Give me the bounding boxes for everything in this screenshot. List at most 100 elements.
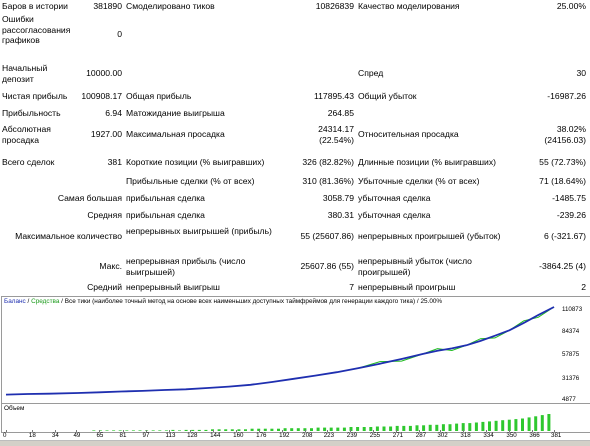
volume-bar xyxy=(105,430,109,431)
volume-bar xyxy=(375,426,379,431)
volume-bar xyxy=(323,427,327,431)
volume-chart: Объем xyxy=(1,403,590,433)
volume-bar xyxy=(310,428,313,431)
cons-losses-label: непрерывных проигрышей (убыток) xyxy=(358,231,501,241)
volume-bar xyxy=(428,424,432,431)
gross-profit-value: 117895.43 xyxy=(314,91,354,101)
y-tick-label: 57875 xyxy=(562,351,580,358)
spread-label: Спред xyxy=(358,68,384,78)
x-tick-label: 239 xyxy=(346,432,358,439)
largest-loss-label: убыточная сделка xyxy=(358,193,431,203)
bars-label: Баров в истории xyxy=(2,1,68,11)
gross-profit-label: Общая прибыль xyxy=(126,91,192,101)
profit-factor-value: 6.94 xyxy=(105,108,122,118)
x-tick-label: 49 xyxy=(73,432,81,439)
x-tick-label: 176 xyxy=(256,432,267,439)
y-tick-label: 110873 xyxy=(562,306,583,313)
volume-bar xyxy=(197,429,201,431)
volume-bar xyxy=(290,428,294,431)
average-profit-label: прибыльная сделка xyxy=(126,210,205,220)
volume-bar xyxy=(164,430,168,431)
volume-bar xyxy=(191,429,195,431)
y-tick-label: 31376 xyxy=(562,375,580,382)
volume-bar xyxy=(382,426,386,431)
x-tick-label: 160 xyxy=(233,432,244,439)
deposit-value: 10000.00 xyxy=(86,68,122,78)
volume-bar xyxy=(329,427,333,431)
cons-profit-label: непрерывная прибыль (число выигрышей) xyxy=(126,256,246,277)
mismatch-label: Ошибки рассогласования графиков xyxy=(2,14,71,45)
largest-profit-label: прибыльная сделка xyxy=(126,193,205,203)
quality-value: 25.00% xyxy=(556,1,586,11)
volume-bar xyxy=(92,430,96,431)
largest-label: Самая большая xyxy=(57,193,122,203)
x-tick-label: 144 xyxy=(210,432,221,439)
x-tick-label: 366 xyxy=(529,432,540,439)
max-label: Макс. xyxy=(99,261,122,271)
volume-bar xyxy=(230,429,234,431)
cons-wins-value: 55 (25607.86) xyxy=(300,231,354,241)
volume-bar xyxy=(118,430,122,431)
net-profit-value: 100908.17 xyxy=(81,91,122,101)
avg-cons-wins-value: 7 xyxy=(349,282,354,292)
deposit-label: Начальный депозит xyxy=(2,63,48,84)
volume-bar xyxy=(244,429,247,431)
volume-bar xyxy=(296,428,300,431)
volume-bar xyxy=(514,419,518,431)
y-tick-label: 4877 xyxy=(562,396,576,403)
x-tick-label: 223 xyxy=(323,432,335,439)
volume-bar xyxy=(131,430,135,431)
x-tick-label: 192 xyxy=(279,432,290,439)
volume-bar xyxy=(316,427,320,431)
volume-bar xyxy=(356,427,360,431)
volume-bar xyxy=(178,430,181,431)
loss-trades-value: 71 (18.64%) xyxy=(539,176,586,186)
balance-plot xyxy=(5,306,555,396)
largest-loss-value: -1485.75 xyxy=(552,193,586,203)
loss-trades-label: Убыточные сделки (% от всех) xyxy=(358,176,480,186)
volume-bar xyxy=(362,427,366,431)
bars-value: 381890 xyxy=(93,1,122,11)
avg-cons-wins-label: непрерывный выигрыш xyxy=(126,282,220,292)
volume-bar xyxy=(283,428,287,431)
avg-cons-losses-label: непрерывный проигрыш xyxy=(358,282,456,292)
volume-bar xyxy=(237,429,241,431)
x-tick-label: 208 xyxy=(302,432,313,439)
cons-loss-label: непрерывный убыток (число проигрышей) xyxy=(358,256,472,277)
horizontal-scrollbar[interactable] xyxy=(0,440,590,446)
x-tick-label: 18 xyxy=(28,432,36,439)
profit-trades-value: 310 (81.36%) xyxy=(302,176,354,186)
net-profit-label: Чистая прибыль xyxy=(2,91,68,101)
volume-bar xyxy=(481,421,485,431)
volume-bar xyxy=(217,429,221,431)
volume-bar xyxy=(501,420,505,431)
gross-loss-label: Общий убыток xyxy=(358,91,417,101)
volume-bar xyxy=(389,426,393,431)
x-tick-label: 255 xyxy=(369,432,381,439)
volume-bar xyxy=(224,429,228,431)
avg-cons-losses-value: 2 xyxy=(581,282,586,292)
volume-bar xyxy=(138,430,142,431)
spread-value: 30 xyxy=(576,68,586,78)
x-tick-label: 350 xyxy=(506,432,517,439)
x-tick-label: 334 xyxy=(483,432,494,439)
volume-bar xyxy=(204,429,208,431)
average-profit-value: 380.31 xyxy=(327,210,354,220)
x-tick-label: 97 xyxy=(142,432,150,439)
average2-label: Средний xyxy=(87,282,122,292)
volume-bar xyxy=(534,416,538,431)
profit-trades-label: Прибыльные сделки (% от всех) xyxy=(126,176,255,186)
x-tick-label: 381 xyxy=(551,432,562,439)
y-tick-label: 84374 xyxy=(562,328,580,335)
volume-bar xyxy=(125,430,129,431)
rel-drawdown-label: Относительная просадка xyxy=(358,129,459,139)
volume-bar xyxy=(474,422,478,431)
cons-loss-value: -3864.25 (4) xyxy=(539,261,586,271)
volume-bar xyxy=(151,430,155,431)
expected-payoff-label: Матожидание выигрыша xyxy=(126,108,225,118)
largest-profit-value: 3058.79 xyxy=(322,193,354,203)
ticks-value: 10826839 xyxy=(315,1,354,11)
long-positions-value: 55 (72.73%) xyxy=(539,157,586,167)
volume-bar xyxy=(448,424,452,431)
x-tick-label: 302 xyxy=(437,432,448,439)
